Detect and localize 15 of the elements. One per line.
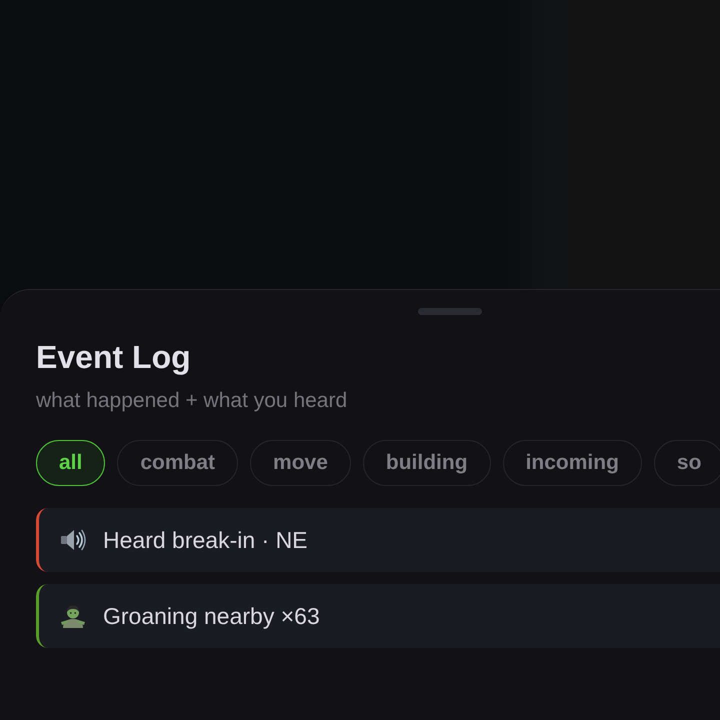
filter-chip[interactable]: all: [36, 440, 106, 486]
event-row[interactable]: Heard break-in · NE: [36, 508, 720, 572]
filter-chip[interactable]: move: [250, 440, 351, 486]
sheet-title: Event Log: [36, 338, 192, 377]
zombie-icon: [60, 603, 86, 629]
event-text: Heard break-in · NE: [103, 526, 308, 554]
filter-chip[interactable]: building: [362, 440, 491, 486]
event-row[interactable]: Groaning nearby ×63: [36, 584, 720, 648]
drag-handle[interactable]: [418, 308, 482, 315]
speaker-icon: [60, 527, 86, 553]
filter-chip[interactable]: combat: [117, 440, 238, 486]
filter-chip[interactable]: incoming: [502, 440, 642, 486]
sheet-subtitle: what happened + what you heard: [36, 388, 348, 414]
event-text: Groaning nearby ×63: [103, 602, 320, 630]
filter-chip[interactable]: so: [654, 440, 720, 486]
